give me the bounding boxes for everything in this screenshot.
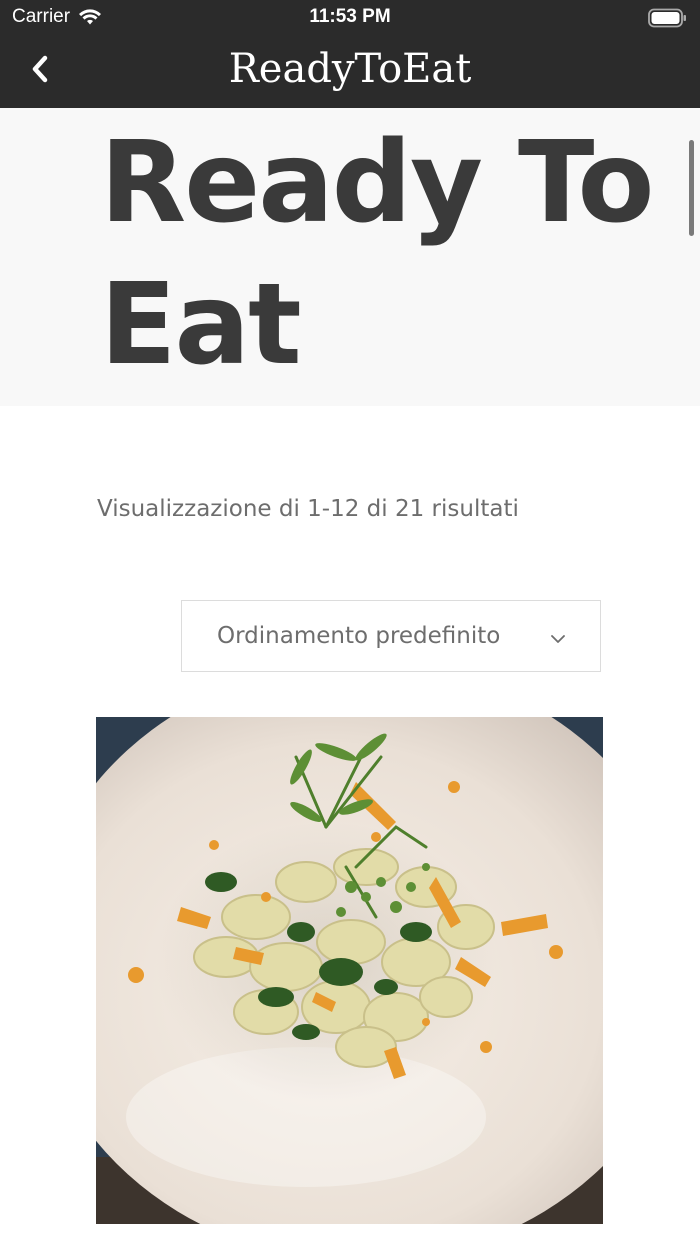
top-bar: Carrier 11:53 PM ReadyToEat (0, 0, 700, 108)
product-image[interactable] (96, 717, 603, 1224)
page-title: Ready To Eat (100, 118, 654, 390)
battery-icon (648, 8, 688, 32)
chevron-down-icon (550, 629, 566, 648)
scroll-indicator[interactable] (689, 140, 694, 236)
status-time: 11:53 PM (309, 6, 391, 27)
page-header: Ready To Eat (0, 108, 700, 406)
pasta-dish-photo (96, 717, 603, 1224)
nav-title: ReadyToEat (228, 46, 472, 92)
sort-selected-value: Ordinamento predefinito (217, 623, 501, 649)
result-count: Visualizzazione di 1-12 di 21 risultati (97, 496, 519, 522)
sort-dropdown[interactable]: Ordinamento predefinito (181, 600, 601, 672)
